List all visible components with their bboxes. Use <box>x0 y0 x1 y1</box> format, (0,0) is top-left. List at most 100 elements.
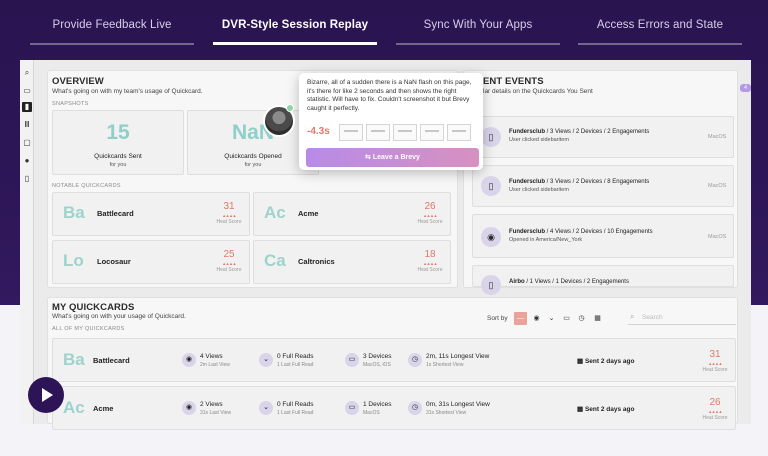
heat-score: 26 <box>709 397 721 408</box>
leave-brevy-button[interactable]: ⇆ Leave a Brevy <box>306 148 479 167</box>
card-abbr: Ba <box>63 203 85 222</box>
tab-underline-active <box>213 42 377 45</box>
event-sub: User clicked sidebaritem <box>509 187 569 193</box>
my-quickcards-title: MY QUICKCARDS <box>52 302 135 313</box>
app-sidebar: ⌕ ▭ ▮ Ⅲ ▢ ● ▯ <box>20 60 34 424</box>
devices-value: 3 Devices <box>363 353 392 360</box>
sort-chevron-icon[interactable]: ⌄ <box>545 312 558 325</box>
sort-calendar-icon[interactable]: ▦ <box>591 312 604 325</box>
snapshot-sub: for you <box>109 162 127 168</box>
quickcard-row[interactable]: Ba Battlecard ◉ 4 Views 2m Last View ⌄ 0… <box>52 338 736 382</box>
devices-value: 1 Devices <box>363 401 392 408</box>
heat-mark-icon: ▲▲▲▲ <box>708 409 722 414</box>
event-line: Fundersclub / 3 Views / 2 Devices / 2 En… <box>509 129 650 135</box>
event-item[interactable]: ◉ Fundersclub / 4 Views / 2 Devices / 10… <box>472 214 734 258</box>
tab-sync-apps[interactable]: Sync With Your Apps <box>396 0 560 48</box>
monitor-icon: ▭ <box>345 353 359 367</box>
bars-icon[interactable]: Ⅲ <box>22 120 32 130</box>
video-icon[interactable]: ▭ <box>22 86 32 96</box>
events-subtitle: lar details on the Quickcards You Sent <box>483 88 593 95</box>
play-button[interactable] <box>28 377 64 413</box>
event-item[interactable]: ▯ Fundersclub / 3 Views / 2 Devices / 2 … <box>472 116 734 158</box>
tab-session-replay[interactable]: DVR-Style Session Replay <box>213 0 377 48</box>
tab-underline <box>30 43 194 45</box>
snapshots-label: SNAPSHOTS <box>52 101 89 107</box>
views-value: 2 Views <box>200 401 223 408</box>
sort-clock-icon[interactable]: ◷ <box>575 312 588 325</box>
heat-mark-icon: ▲▲▲▲ <box>708 361 722 366</box>
heat-score: 31 <box>709 349 721 360</box>
sort-eye-icon[interactable]: ◉ <box>530 312 543 325</box>
notable-card-caltronics[interactable]: Ca Caltronics 18 ▲▲▲▲ Heat Score <box>253 240 451 284</box>
replay-thumbnail[interactable] <box>339 124 363 141</box>
chat-icon[interactable]: ▢ <box>22 138 32 148</box>
notable-card-battlecard[interactable]: Ba Battlecard 31 ▲▲▲▲ Heat Score <box>52 192 250 236</box>
sort-monitor-icon[interactable]: ▭ <box>560 312 573 325</box>
search-field[interactable]: ⌕ Search <box>628 311 736 325</box>
clock-icon: ◷ <box>408 401 422 415</box>
heat-score: 31 <box>223 201 235 212</box>
heat-score-label: Heat Score <box>216 267 242 273</box>
views-sub: 31s Last View <box>200 410 232 416</box>
replay-thumbnail[interactable] <box>420 124 444 141</box>
replay-thumbnail[interactable] <box>366 124 390 141</box>
event-line: Fundersclub / 4 Views / 2 Devices / 10 E… <box>509 229 653 235</box>
event-item[interactable]: ▯ Fundersclub / 3 Views / 2 Devices / 8 … <box>472 165 734 207</box>
row-abbr: Ba <box>63 350 85 369</box>
tab-access-errors[interactable]: Access Errors and State <box>578 0 742 48</box>
views-sub: 2m Last View <box>200 362 230 368</box>
sort-label: Sort by <box>487 315 508 322</box>
users-icon[interactable]: ● <box>22 156 32 166</box>
heat-score-label: Heat Score <box>417 267 443 273</box>
calendar-icon: ▦ <box>577 406 585 413</box>
tab-provide-feedback[interactable]: Provide Feedback Live <box>30 0 194 48</box>
card-abbr: Ac <box>264 203 286 222</box>
eye-icon: ◉ <box>182 353 196 367</box>
heat-score-label: Heat Score <box>417 219 443 225</box>
sort-minus-icon[interactable]: — <box>514 312 527 325</box>
heat-score: 26 <box>424 201 436 212</box>
event-item[interactable]: ▯ Airbo / 1 Views / 1 Devices / 2 Engage… <box>472 265 734 295</box>
phone-icon[interactable]: ▯ <box>22 174 32 184</box>
online-status-icon <box>286 104 294 112</box>
events-badge: 4 <box>740 84 751 92</box>
mouse-icon: ▯ <box>481 275 501 295</box>
heat-score: 25 <box>223 249 235 260</box>
monitor-icon: ▭ <box>345 401 359 415</box>
time-delta: -4.3s <box>307 126 330 137</box>
event-os: MacOS <box>708 234 727 240</box>
brevy-icon: ⇆ <box>365 154 373 161</box>
row-abbr: Ac <box>63 398 85 417</box>
event-sub: User clicked sidebaritem <box>509 137 569 143</box>
tab-underline <box>396 43 560 45</box>
chevron-down-icon: ⌄ <box>259 353 273 367</box>
sent-date: ▦ Sent 2 days ago <box>577 358 635 365</box>
reads-value: 0 Full Reads <box>277 401 314 408</box>
notable-card-locosaur[interactable]: Lo Locosaur 25 ▲▲▲▲ Heat Score <box>52 240 250 284</box>
row-name: Battlecard <box>93 356 130 365</box>
eye-icon: ◉ <box>182 401 196 415</box>
event-line: Fundersclub / 3 Views / 2 Devices / 8 En… <box>509 179 650 185</box>
search-icon[interactable]: ⌕ <box>22 68 32 78</box>
heat-score-label: Heat Score <box>216 219 242 225</box>
feedback-text: Bizarre, all of a sudden there is a NaN … <box>307 79 472 112</box>
calendar-icon: ▦ <box>577 358 585 365</box>
longest-sub: 1s Shortest View <box>426 362 464 368</box>
feature-nav: Provide Feedback Live DVR-Style Session … <box>0 0 768 50</box>
quickcard-row[interactable]: Ac Acme ◉ 2 Views 31s Last View ⌄ 0 Full… <box>52 386 736 430</box>
longest-value: 2m, 11s Longest View <box>426 353 490 360</box>
tab-underline <box>578 43 742 45</box>
sent-date: ▦ Sent 2 days ago <box>577 406 635 413</box>
replay-thumbnail[interactable] <box>447 124 471 141</box>
notable-card-acme[interactable]: Ac Acme 26 ▲▲▲▲ Heat Score <box>253 192 451 236</box>
heat-score-label: Heat Score <box>702 415 728 421</box>
clock-icon: ◷ <box>408 353 422 367</box>
card-abbr: Ca <box>264 251 286 270</box>
eye-icon: ◉ <box>481 227 501 247</box>
tab-label: Sync With Your Apps <box>423 19 533 31</box>
tab-label: Access Errors and State <box>596 19 724 31</box>
all-quickcards-label: ALL OF MY QUICKCARDS <box>52 326 125 332</box>
mouse-icon: ▯ <box>481 127 501 147</box>
analytics-icon[interactable]: ▮ <box>22 102 32 112</box>
replay-thumbnail[interactable] <box>393 124 417 141</box>
